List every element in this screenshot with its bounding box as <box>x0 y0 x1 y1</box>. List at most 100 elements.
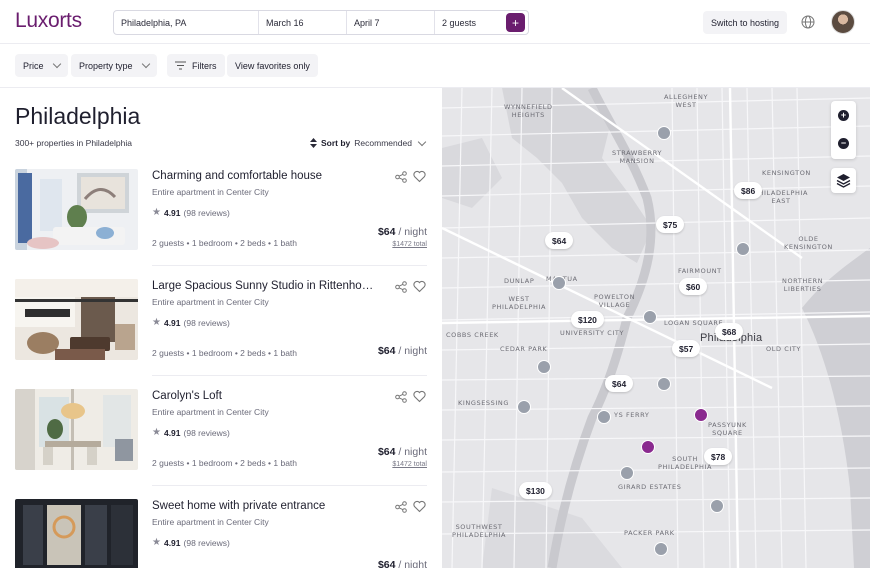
map-panel[interactable]: WYNNEFIELD HEIGHTS ALLEGHENY WEST STRAWBER… <box>442 88 870 568</box>
heart-icon[interactable] <box>413 500 426 513</box>
view-favorites-button[interactable]: View favorites only <box>227 54 318 77</box>
results-count: 300+ properties in Philadelphia <box>15 138 132 148</box>
map-price-pin[interactable]: $78 <box>704 448 733 465</box>
poi-icon[interactable] <box>552 276 566 290</box>
listing-photo[interactable] <box>15 279 138 360</box>
map-label: ALLEGHENY WEST <box>664 93 709 109</box>
review-count: (98 reviews) <box>183 317 230 328</box>
map-price-pin[interactable]: $57 <box>672 340 701 357</box>
price-value: $64 <box>377 226 396 238</box>
review-count: (98 reviews) <box>183 427 230 438</box>
restaurant-icon[interactable] <box>694 408 708 422</box>
review-count: (98 reviews) <box>183 537 230 548</box>
share-icon[interactable] <box>395 171 407 183</box>
switch-to-hosting-button[interactable]: Switch to hosting <box>703 11 787 34</box>
poi-icon[interactable] <box>517 400 531 414</box>
poi-icon[interactable] <box>657 126 671 140</box>
map-price-pin[interactable]: $64 <box>605 375 634 392</box>
price-value: $64 <box>377 345 396 357</box>
heart-icon[interactable] <box>413 280 426 293</box>
map-label: LOGAN SQUARE <box>664 319 724 327</box>
price-unit: / night <box>395 226 427 238</box>
listing-photo[interactable] <box>15 499 138 568</box>
map-price-pin[interactable]: $86 <box>734 182 763 199</box>
poi-icon[interactable] <box>597 410 611 424</box>
map-price-pin[interactable]: $75 <box>656 216 685 233</box>
listing-photo[interactable] <box>15 169 138 250</box>
share-icon[interactable] <box>395 391 407 403</box>
location-field[interactable]: Philadelphia, PA <box>114 11 259 34</box>
filter-icon <box>175 61 186 70</box>
zoom-in-button[interactable]: + <box>838 110 849 121</box>
restaurant-icon[interactable] <box>641 440 655 454</box>
globe-icon[interactable] <box>801 15 815 29</box>
rating-value: 4.91 <box>163 317 181 328</box>
listing-total[interactable]: $1472 total <box>392 241 427 248</box>
check-in-field[interactable]: March 16 <box>259 11 347 34</box>
star-icon: ★ <box>152 427 161 438</box>
divider <box>152 485 427 486</box>
poi-icon[interactable] <box>537 360 551 374</box>
share-icon[interactable] <box>395 501 407 513</box>
plus-icon: + <box>511 15 519 30</box>
filter-bar: Price Property type Filters View favorit… <box>0 44 870 88</box>
listing-photo[interactable] <box>15 389 138 470</box>
map-price-pin[interactable]: $130 <box>519 482 552 499</box>
map-label: CEDAR PARK <box>500 345 548 353</box>
poi-icon[interactable] <box>736 242 750 256</box>
map-price-pin[interactable]: $120 <box>571 311 604 328</box>
price-filter-button[interactable]: Price <box>15 54 68 77</box>
price-filter-label: Price <box>23 60 44 71</box>
listing-card[interactable]: Charming and comfortable house Entire ap… <box>15 169 427 251</box>
listing-rating: ★ 4.91 (98 reviews) <box>152 207 230 218</box>
map-label: COBBS CREEK <box>446 331 499 339</box>
map-label: STRAWBERRY MANSION <box>612 149 663 165</box>
poi-icon[interactable] <box>643 310 657 324</box>
map-label: PHILADELPHIA EAST <box>754 189 809 205</box>
poi-icon[interactable] <box>654 542 668 556</box>
user-avatar[interactable] <box>831 10 855 34</box>
property-type-filter-button[interactable]: Property type <box>71 54 157 77</box>
listing-title[interactable]: Charming and comfortable house <box>152 170 377 182</box>
map-price-pin[interactable]: $60 <box>679 278 708 295</box>
zoom-out-button[interactable]: − <box>838 138 849 149</box>
review-count: (98 reviews) <box>183 207 230 218</box>
price-unit: / night <box>395 345 427 357</box>
map-label: POWELTON VILLAGE <box>594 293 636 309</box>
listing-title[interactable]: Sweet home with private entrance <box>152 500 377 512</box>
listing-subtitle: Entire apartment in Center City <box>152 187 269 197</box>
sort-dropdown[interactable]: Sort by Recommended <box>310 137 427 148</box>
listing-price: $64 / night <box>378 559 427 568</box>
listing-card[interactable]: Large Spacious Sunny Studio in Rittenhou… <box>15 279 427 361</box>
share-icon[interactable] <box>395 281 407 293</box>
map-label: YS FERRY <box>614 411 650 419</box>
layers-button[interactable] <box>831 168 856 193</box>
listing-meta: 2 guests • 1 bedroom • 2 beds • 1 bath <box>152 348 298 358</box>
map-price-pin[interactable]: $64 <box>545 232 574 249</box>
listing-rating: ★ 4.91 (98 reviews) <box>152 317 230 328</box>
listing-subtitle: Entire apartment in Center City <box>152 517 269 527</box>
price-value: $64 <box>377 446 396 458</box>
listing-rating: ★ 4.91 (98 reviews) <box>152 427 230 438</box>
listing-title[interactable]: Large Spacious Sunny Studio in Rittenhou… <box>152 280 377 292</box>
heart-icon[interactable] <box>413 390 426 403</box>
listing-subtitle: Entire apartment in Center City <box>152 407 269 417</box>
listing-title[interactable]: Carolyn's Loft <box>152 390 377 402</box>
map-label: OLD CITY <box>766 345 802 353</box>
logo[interactable]: Luxorts <box>15 9 82 33</box>
heart-icon[interactable] <box>413 170 426 183</box>
listing-total[interactable]: $1472 total <box>392 461 427 468</box>
listing-card[interactable]: Sweet home with private entrance Entire … <box>15 499 427 568</box>
filters-button[interactable]: Filters <box>167 54 225 77</box>
search-submit-button[interactable]: + <box>506 13 525 32</box>
listing-meta: 2 guests • 1 bedroom • 2 beds • 1 bath <box>152 458 298 468</box>
listing-card[interactable]: Carolyn's Loft Entire apartment in Cente… <box>15 389 427 471</box>
poi-icon[interactable] <box>620 466 634 480</box>
check-out-field[interactable]: April 7 <box>347 11 435 34</box>
map-price-pin[interactable]: $68 <box>715 323 744 340</box>
divider <box>152 375 427 376</box>
poi-icon[interactable] <box>710 499 724 513</box>
map-label: NORTHERN LIBERTIES <box>782 277 824 293</box>
listing-price: $64 / night <box>378 446 427 458</box>
poi-icon[interactable] <box>657 377 671 391</box>
